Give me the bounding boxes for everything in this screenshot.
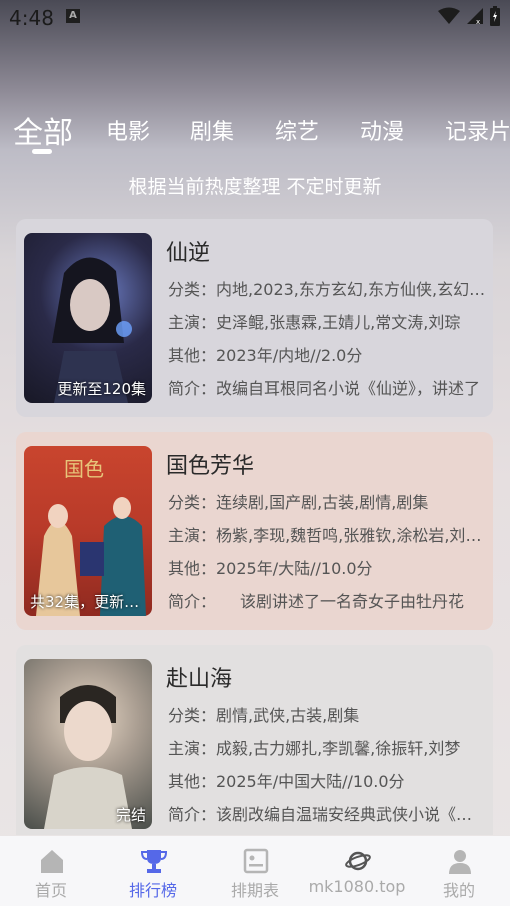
- poster-image: 完结: [24, 659, 152, 829]
- card-intro: 简介：该剧改编自温瑞安经典武侠小说《神州奇侠》: [168, 805, 486, 824]
- poster-image: 国色 共32集，更新至32集: [24, 446, 152, 616]
- episode-status: 完结: [115, 806, 146, 824]
- card-title: 赴山海: [166, 667, 233, 692]
- svg-text:x: x: [476, 18, 480, 25]
- svg-text:国色: 国色: [64, 457, 104, 481]
- card-intro: 简介：改编自耳根同名小说《仙逆》，讲述了: [168, 379, 481, 398]
- tab-variety[interactable]: 综艺: [275, 114, 319, 146]
- card-category: 分类：内地,2023,东方玄幻,东方仙侠,玄幻,动漫: [168, 280, 486, 299]
- home-icon: [41, 850, 63, 873]
- ranking-card[interactable]: 国色 共32集，更新至32集 国色芳华 分类：连续剧,国产剧,古装,剧情,剧集 …: [16, 432, 493, 630]
- card-category: 分类：剧情,武侠,古装,剧集: [168, 706, 360, 725]
- episode-status: 更新至120集: [57, 380, 146, 398]
- nav-profile[interactable]: 我的: [408, 836, 510, 906]
- nav-label: 排行榜: [128, 881, 177, 900]
- card-other: 其他：2025年/大陆//10.0分: [168, 559, 373, 578]
- tab-series[interactable]: 剧集: [190, 114, 234, 146]
- episode-status: 共32集，更新至32集: [30, 593, 146, 611]
- battery-icon: [490, 6, 500, 26]
- tab-anime[interactable]: 动漫: [360, 114, 404, 146]
- planet-icon: [345, 851, 371, 871]
- nav-label: 首页: [34, 881, 67, 900]
- card-title: 仙逆: [166, 241, 211, 266]
- card-category: 分类：连续剧,国产剧,古装,剧情,剧集: [168, 493, 429, 512]
- bottom-nav: 首页 排行榜 排期表 mk1080.top 我的: [0, 836, 510, 906]
- nav-label: 我的: [442, 881, 475, 900]
- notification-icon: A: [66, 9, 80, 23]
- nav-label: mk1080.top: [308, 877, 406, 896]
- card-cast: 主演：成毅,古力娜扎,李凯馨,徐振轩,刘梦: [168, 739, 461, 758]
- schedule-icon: [243, 848, 269, 874]
- card-cast: 主演：杨紫,李现,魏哲鸣,张雅钦,涂松岩,刘敏涛: [168, 526, 486, 545]
- nav-schedule[interactable]: 排期表: [204, 836, 306, 906]
- tab-all[interactable]: 全部: [13, 108, 73, 152]
- tab-movies[interactable]: 电影: [106, 114, 150, 146]
- nav-ranking[interactable]: 排行榜: [102, 836, 204, 906]
- ranking-card[interactable]: 更新至120集 仙逆 分类：内地,2023,东方玄幻,东方仙侠,玄幻,动漫 主演…: [16, 219, 493, 417]
- card-title: 国色芳华: [166, 454, 255, 479]
- card-intro: 简介： 该剧讲述了一名奇女子由牡丹花: [168, 592, 465, 611]
- wifi-icon: [438, 7, 460, 24]
- card-other: 其他：2023年/内地//2.0分: [168, 346, 363, 365]
- card-cast: 主演：史泽鲲,张惠霖,王婧儿,常文涛,刘琮: [168, 313, 461, 332]
- poster-image: 更新至120集: [24, 233, 152, 403]
- trophy-icon: [141, 850, 167, 873]
- nav-home[interactable]: 首页: [0, 836, 102, 906]
- ranking-card[interactable]: 完结 赴山海 分类：剧情,武侠,古装,剧集 主演：成毅,古力娜扎,李凯馨,徐振轩…: [16, 645, 493, 835]
- nav-website[interactable]: mk1080.top: [306, 836, 408, 906]
- user-icon: [449, 850, 471, 874]
- status-time: 4:48: [9, 6, 54, 30]
- nav-label: 排期表: [230, 881, 279, 900]
- card-other: 其他：2025年/中国大陆//10.0分: [168, 772, 405, 791]
- status-icons: x: [438, 6, 500, 26]
- status-bar: 4:48 A x: [0, 0, 510, 34]
- tab-documentary[interactable]: 记录片: [445, 114, 510, 146]
- signal-icon: x: [467, 8, 483, 25]
- category-tabs: 全部 电影 剧集 综艺 动漫 记录片: [0, 108, 510, 154]
- ranking-subtitle: 根据当前热度整理 不定时更新: [128, 176, 382, 198]
- tab-indicator: [32, 149, 52, 154]
